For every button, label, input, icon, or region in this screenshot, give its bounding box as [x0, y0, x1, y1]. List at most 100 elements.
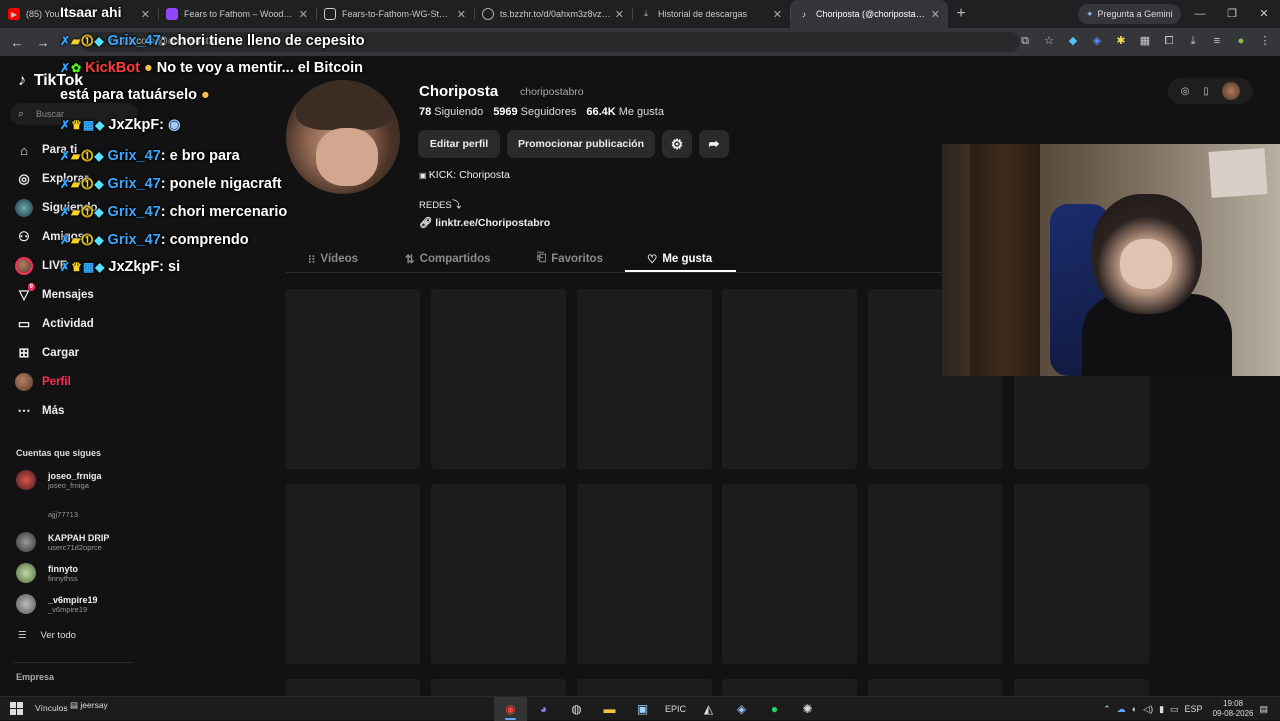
video-placeholder[interactable]: [285, 484, 420, 664]
settings-app-icon[interactable]: ✺: [791, 697, 824, 721]
tray-app-icon[interactable]: ◐: [1132, 704, 1137, 714]
chevron-up-icon[interactable]: ⌃: [1103, 704, 1111, 715]
epic-games-icon[interactable]: EPIC: [659, 697, 692, 721]
followers-stat[interactable]: 5969 Seguidores: [493, 106, 576, 118]
notifications-icon[interactable]: ▤: [1259, 704, 1268, 715]
nav-item-upload[interactable]: ⊞ Cargar: [15, 343, 80, 363]
likes-count: 66.4K: [586, 106, 616, 118]
extension-icon[interactable]: ◆: [1066, 32, 1080, 50]
extension-icon[interactable]: ▦: [1138, 32, 1152, 50]
video-placeholder[interactable]: [577, 679, 712, 696]
settings-icon[interactable]: ⚙: [662, 130, 692, 158]
language-indicator[interactable]: ESP: [1185, 704, 1203, 714]
tab-reposts[interactable]: ⇅ Compartidos: [405, 245, 491, 272]
star-icon[interactable]: ☆: [1042, 32, 1056, 50]
minimize-icon[interactable]: —: [1184, 0, 1216, 28]
edit-profile-button[interactable]: Editar perfil: [418, 130, 500, 158]
file-explorer-icon[interactable]: ▬: [593, 697, 626, 721]
nav-item-more[interactable]: ⋯ Más: [15, 401, 65, 421]
following-account[interactable]: ajjj77713: [16, 504, 78, 524]
windows-start-icon[interactable]: [10, 702, 23, 715]
close-icon[interactable]: ✕: [773, 8, 782, 21]
chat-username: JxZkpF: [108, 117, 160, 133]
following-account[interactable]: KAPPAH DRIP userc71d2oprce: [16, 532, 109, 552]
back-icon[interactable]: ←: [4, 35, 30, 50]
app-icon[interactable]: ◭: [692, 697, 725, 721]
video-placeholder[interactable]: [431, 289, 566, 469]
close-icon[interactable]: ✕: [299, 8, 308, 21]
video-placeholder[interactable]: [722, 679, 857, 696]
close-icon[interactable]: ✕: [931, 8, 940, 21]
video-placeholder[interactable]: [431, 679, 566, 696]
tab-videos[interactable]: ⁝⁝ Vídeos: [308, 245, 358, 272]
video-placeholder[interactable]: [577, 484, 712, 664]
see-all-link[interactable]: ☰ Ver todo: [18, 630, 76, 641]
profile-avatar-large[interactable]: [286, 80, 400, 194]
nav-item-activity[interactable]: ▭ Actividad: [15, 314, 94, 334]
cloud-icon[interactable]: ☁: [1117, 704, 1126, 715]
chrome-icon[interactable]: ◉: [494, 697, 527, 721]
browser-tab[interactable]: Fears-to-Fathom-WG-SteamRi... ✕: [316, 0, 474, 28]
video-placeholder[interactable]: [868, 679, 1003, 696]
phone-icon[interactable]: ▯: [1203, 86, 1209, 97]
spotify-icon[interactable]: ●: [758, 697, 791, 721]
share-icon[interactable]: ➦: [699, 130, 729, 158]
video-placeholder[interactable]: [868, 484, 1003, 664]
media-icon[interactable]: ≡: [1210, 32, 1224, 50]
download-icon[interactable]: ⤓: [1186, 32, 1200, 50]
promote-post-button[interactable]: Promocionar publicación: [507, 130, 655, 158]
twitch-icon: [166, 8, 178, 20]
clock[interactable]: 19:08 09-08-2026: [1213, 699, 1254, 719]
browser-tab[interactable]: ⤓ Historial de descargas ✕: [632, 0, 790, 28]
new-tab-button[interactable]: +: [948, 5, 974, 23]
microphone-icon[interactable]: ▮: [1159, 704, 1164, 715]
discord-icon[interactable]: ◕: [527, 697, 560, 721]
video-placeholder[interactable]: [577, 289, 712, 469]
close-window-icon[interactable]: ✕: [1248, 0, 1280, 28]
profile-icon[interactable]: ●: [1234, 32, 1248, 50]
links-toolbar-label[interactable]: Vínculos: [35, 703, 68, 713]
menu-icon[interactable]: ⋮: [1258, 32, 1272, 50]
browser-tab[interactable]: Fears to Fathom – Woodbury G... ✕: [158, 0, 316, 28]
close-icon[interactable]: ✕: [141, 8, 150, 21]
close-icon[interactable]: ✕: [457, 8, 466, 21]
user-folder[interactable]: ▤ jeersay: [70, 700, 108, 711]
chat-username: Grix_47: [107, 176, 161, 192]
video-placeholder[interactable]: [1014, 484, 1149, 664]
store-icon[interactable]: ▣: [626, 697, 659, 721]
close-icon[interactable]: ✕: [615, 8, 624, 21]
volume-icon[interactable]: ◁): [1143, 704, 1153, 715]
video-placeholder[interactable]: [285, 289, 420, 469]
nav-item-profile[interactable]: Perfil: [15, 372, 71, 392]
clock-date: 09-08-2026: [1212, 709, 1254, 718]
video-placeholder[interactable]: [431, 484, 566, 664]
browser-tab-active[interactable]: ♪ Choriposta (@choripostabro) | ... ✕: [790, 0, 948, 28]
install-app-icon[interactable]: ⧉: [1018, 32, 1032, 50]
profile-link[interactable]: 🔗︎ linktr.ee/Choripostabro: [419, 216, 550, 229]
video-placeholder[interactable]: [722, 289, 857, 469]
obs-icon[interactable]: ◍: [560, 697, 593, 721]
following-account[interactable]: _v6mpire19 _v6mpire19: [16, 594, 98, 614]
gemini-button[interactable]: ✦ Pregunta a Gemini: [1078, 4, 1181, 24]
avatar[interactable]: [1222, 82, 1241, 100]
forward-icon[interactable]: →: [30, 35, 56, 50]
video-placeholder[interactable]: [285, 679, 420, 696]
video-placeholder[interactable]: [1014, 679, 1149, 696]
restore-icon[interactable]: ❐: [1216, 0, 1248, 28]
video-placeholder[interactable]: [722, 484, 857, 664]
chat-badges: ✗▰⓵◆: [60, 233, 105, 247]
extension-icon[interactable]: ◈: [1090, 32, 1104, 50]
coins-icon[interactable]: ◎: [1181, 86, 1190, 97]
following-stat[interactable]: 78 Siguiendo: [419, 106, 483, 118]
following-label: Siguiendo: [434, 106, 484, 118]
network-icon[interactable]: ▭: [1170, 704, 1179, 715]
following-account[interactable]: finnyto finnythss: [16, 563, 78, 583]
following-account[interactable]: joseo_frniga joseo_frniga: [16, 470, 102, 490]
tab-favorites[interactable]: ⎗ Favoritos: [537, 245, 603, 272]
puzzle-icon[interactable]: ⧠: [1162, 32, 1176, 50]
tab-liked[interactable]: ♡ Me gusta: [647, 245, 712, 272]
browser-tab[interactable]: ts.bzzhr.to/d/0ahxm3z8vz9r7v... ✕: [474, 0, 632, 28]
nav-item-messages[interactable]: ▽ 9 Mensajes: [15, 283, 94, 305]
steam-icon[interactable]: ◈: [725, 697, 758, 721]
extension-icon[interactable]: ✱: [1114, 32, 1128, 50]
